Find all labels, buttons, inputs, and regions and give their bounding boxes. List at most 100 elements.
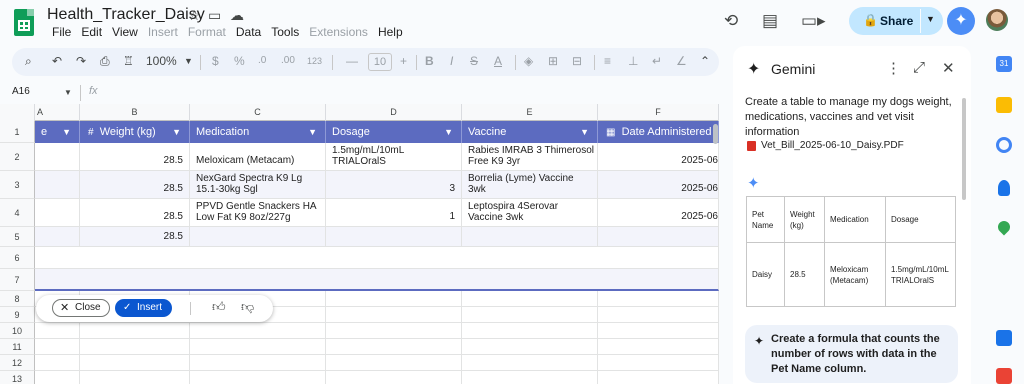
avatar[interactable]: [986, 9, 1008, 31]
table-cell[interactable]: 2025-06: [598, 171, 719, 199]
table-cell[interactable]: Meloxicam (Metacam): [190, 143, 326, 171]
menu-view[interactable]: View: [107, 25, 143, 39]
text-color-icon[interactable]: A: [494, 54, 502, 68]
collapse-toolbar-icon[interactable]: ⌃: [700, 54, 710, 68]
row-header[interactable]: 1: [0, 121, 35, 143]
borders-icon[interactable]: ⊞: [548, 54, 558, 68]
column-header-c[interactable]: C: [190, 104, 326, 121]
filter-chevron-icon[interactable]: ▼: [580, 121, 589, 143]
table-cell[interactable]: 1: [326, 199, 462, 227]
row-header[interactable]: 8: [0, 291, 35, 307]
row-header[interactable]: 10: [0, 323, 35, 339]
number-format-button[interactable]: 123: [307, 56, 322, 66]
sheets-logo-icon[interactable]: [14, 9, 34, 36]
column-header-d[interactable]: D: [326, 104, 462, 121]
table-cell[interactable]: 2025-06: [598, 199, 719, 227]
table-cell[interactable]: 28.5: [80, 227, 190, 247]
row-header[interactable]: 13: [0, 371, 35, 384]
table-cell[interactable]: 28.5: [80, 199, 190, 227]
column-header-e[interactable]: E: [462, 104, 598, 121]
pdf-attachment[interactable]: Vet_Bill_2025-06-10_Daisy.PDF: [747, 140, 904, 151]
font-size-increase-button[interactable]: +: [400, 54, 407, 68]
row-header[interactable]: 9: [0, 307, 35, 323]
vertical-align-icon[interactable]: ⊥: [628, 54, 638, 68]
table-cell[interactable]: 2025-06: [598, 143, 719, 171]
contacts-icon[interactable]: [998, 180, 1010, 196]
name-box[interactable]: A16: [12, 86, 30, 97]
merge-cells-icon[interactable]: ⊟: [572, 54, 582, 68]
row-header[interactable]: 5: [0, 227, 35, 247]
table-cell[interactable]: Leptospira 4Serovar Vaccine 3wk: [462, 199, 598, 227]
undo-icon[interactable]: ↶: [52, 54, 62, 68]
table-cell[interactable]: [35, 199, 80, 227]
table-header-vaccine[interactable]: Vaccine ▼: [462, 121, 598, 143]
row-header[interactable]: 2: [0, 143, 35, 171]
menu-format[interactable]: Format: [183, 25, 231, 39]
table-header-weight[interactable]: # Weight (kg) ▼: [80, 121, 190, 143]
thumbs-up-icon[interactable]: 👍︎: [212, 299, 226, 315]
text-wrap-icon[interactable]: ↵: [652, 54, 662, 68]
bold-icon[interactable]: B: [425, 54, 434, 68]
tasks-icon[interactable]: [996, 137, 1012, 153]
horizontal-align-icon[interactable]: ≡: [604, 54, 611, 68]
share-button[interactable]: 🔒 Share ▼: [849, 7, 943, 35]
expand-icon[interactable]: ⤢: [913, 59, 925, 76]
comments-icon[interactable]: ▤: [762, 11, 778, 31]
chevron-down-icon[interactable]: ▼: [926, 14, 935, 24]
zoom-chevron-icon[interactable]: ▼: [184, 56, 193, 66]
filter-chevron-icon[interactable]: ▼: [172, 121, 181, 143]
table-cell[interactable]: [462, 227, 598, 247]
menu-tools[interactable]: Tools: [266, 25, 304, 39]
filter-chevron-icon[interactable]: ▼: [308, 121, 317, 143]
table-cell[interactable]: [35, 143, 80, 171]
table-header-medication[interactable]: Medication ▼: [190, 121, 326, 143]
table-cell[interactable]: [598, 227, 719, 247]
row-header[interactable]: 4: [0, 199, 35, 227]
maps-icon[interactable]: [995, 218, 1013, 236]
menu-file[interactable]: File: [47, 25, 76, 39]
suggestion-chip[interactable]: ✦ Create a formula that counts the numbe…: [745, 325, 958, 383]
italic-icon[interactable]: I: [450, 54, 453, 68]
row-header[interactable]: 7: [0, 269, 35, 291]
table-cell[interactable]: NexGard Spectra K9 Lg 15.1-30kg Sgl: [190, 171, 326, 199]
currency-button[interactable]: $: [212, 54, 219, 68]
calendar-icon[interactable]: 31: [996, 56, 1012, 72]
table-cell[interactable]: 1.5mg/mL/10mL TRIALOralS: [326, 143, 462, 171]
keep-icon[interactable]: [996, 97, 1012, 113]
row-header[interactable]: 12: [0, 355, 35, 371]
thumbs-down-icon[interactable]: 👎︎: [241, 299, 254, 315]
text-rotation-icon[interactable]: ∠: [676, 54, 687, 68]
insert-button[interactable]: ✓ Insert: [115, 299, 172, 317]
table-cell[interactable]: PPVD Gentle Snackers HA Low Fat K9 8oz/22…: [190, 199, 326, 227]
star-icon[interactable]: ☆: [188, 7, 201, 24]
row-header[interactable]: 6: [0, 247, 35, 269]
menu-insert[interactable]: Insert: [143, 25, 183, 39]
strikethrough-icon[interactable]: S: [470, 54, 478, 68]
table-cell[interactable]: 28.5: [80, 171, 190, 199]
row-header[interactable]: 3: [0, 171, 35, 199]
table-header-pet-name[interactable]: e ▼: [35, 121, 80, 143]
table-row[interactable]: [35, 247, 719, 269]
filter-chevron-icon[interactable]: ▼: [444, 121, 453, 143]
print-icon[interactable]: ⎙: [100, 54, 110, 69]
table-cell[interactable]: 3: [326, 171, 462, 199]
gemini-spark-icon[interactable]: ✦: [947, 7, 975, 35]
version-history-icon[interactable]: ⟲: [724, 11, 738, 31]
table-cell[interactable]: [326, 227, 462, 247]
fill-color-icon[interactable]: ◈: [524, 54, 533, 68]
menu-help[interactable]: Help: [373, 25, 408, 39]
table-cell[interactable]: [190, 227, 326, 247]
spreadsheet-grid[interactable]: A B C D E F 1 2 3 4 5 6 7 8 9 10 11 12 1…: [0, 104, 719, 384]
search-menus-icon[interactable]: ⌕: [25, 54, 32, 69]
close-button[interactable]: ✕ Close: [52, 299, 110, 317]
cloud-saved-icon[interactable]: ☁: [230, 7, 244, 24]
menu-extensions[interactable]: Extensions: [304, 25, 373, 39]
font-size-input[interactable]: 10: [368, 53, 392, 71]
column-header-a[interactable]: A: [35, 104, 80, 121]
column-header-b[interactable]: B: [80, 104, 190, 121]
menu-edit[interactable]: Edit: [76, 25, 107, 39]
vertical-scrollbar[interactable]: [713, 124, 718, 144]
more-options-icon[interactable]: ⋮: [886, 59, 901, 77]
close-icon[interactable]: ✕: [942, 59, 955, 77]
row-header[interactable]: 11: [0, 339, 35, 355]
